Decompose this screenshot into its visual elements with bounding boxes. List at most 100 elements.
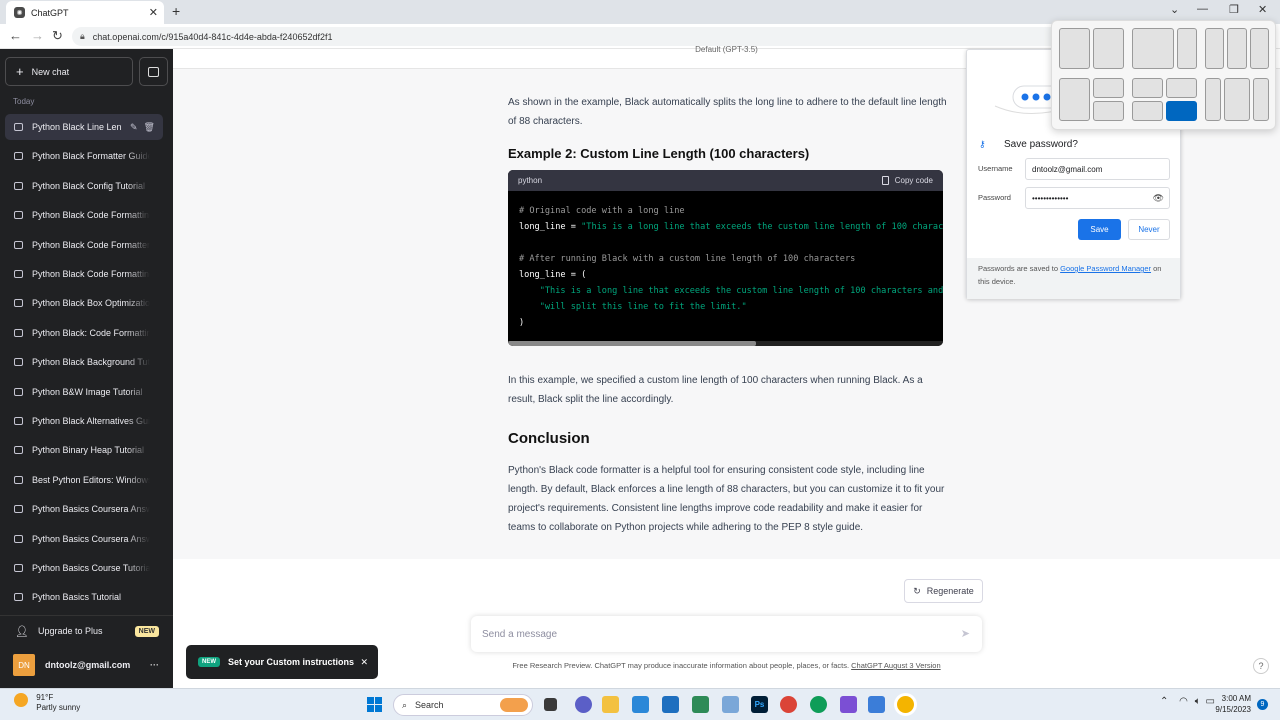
lock-icon: 🔒︎	[80, 31, 85, 41]
snap-cell[interactable]	[1205, 78, 1221, 121]
code-block: python Copy code # Original code with a …	[508, 170, 943, 346]
windows-taskbar: 91°F Partly sunny ⌕ Search Ps ⌃ ◠ 🔈︎ ▭ 3…	[0, 688, 1280, 720]
code-line: # After running Black with a custom line…	[519, 254, 856, 264]
app-icon[interactable]	[868, 696, 885, 713]
message-input[interactable]: Send a message ➤	[471, 616, 982, 652]
app-icon[interactable]	[662, 696, 679, 713]
help-button[interactable]: ?	[1253, 658, 1269, 674]
tab-close-icon[interactable]: ✕	[149, 6, 158, 19]
snap-cell[interactable]	[1132, 78, 1163, 98]
chevron-up-icon[interactable]: ⌃	[1160, 696, 1168, 707]
code-line: long_line = (	[519, 270, 587, 280]
sidebar-chat-item[interactable]: Python Black Alternatives Guide	[5, 408, 163, 434]
forward-arrow-icon[interactable]: →	[31, 28, 44, 43]
password-field[interactable]: ••••••••••••• 👁︎	[1025, 187, 1170, 209]
password-manager-link[interactable]: Google Password Manager	[1060, 264, 1151, 273]
snap-cell[interactable]	[1253, 78, 1269, 121]
snap-cell[interactable]	[1166, 78, 1197, 98]
browser-tab[interactable]: ✺ ChatGPT ✕	[6, 1, 164, 24]
system-tray[interactable]: ⌃ ◠ 🔈︎ ▭	[1160, 696, 1215, 707]
snap-cell-selected[interactable]	[1166, 101, 1197, 121]
chrome-profile-icon[interactable]	[810, 696, 827, 713]
snap-cell[interactable]	[1093, 78, 1124, 98]
scrollbar-thumb[interactable]	[508, 341, 756, 346]
sidebar-chat-item[interactable]: Python Black Line Len ✎ 🗑︎	[5, 114, 163, 140]
weather-widget[interactable]: 91°F Partly sunny	[14, 693, 80, 713]
chat-item-title: Python Black Code Formatter	[32, 239, 150, 250]
snap-cell[interactable]	[1132, 101, 1163, 121]
version-link[interactable]: ChatGPT August 3 Version	[851, 661, 941, 670]
tab-search-icon[interactable]: ⌄	[1170, 3, 1179, 16]
code-line: "will split this line to fit the limit."	[519, 302, 747, 312]
copy-code-button[interactable]: Copy code	[881, 176, 933, 185]
sidebar-chat-item[interactable]: Python Black Formatter Guide	[5, 143, 163, 169]
regenerate-button[interactable]: ↻ Regenerate	[904, 579, 983, 603]
chat-bubble-icon	[14, 181, 23, 190]
app-icon[interactable]	[840, 696, 857, 713]
snap-cell[interactable]	[1093, 101, 1124, 121]
sidebar-chat-item[interactable]: Python Black Box Optimization	[5, 290, 163, 316]
new-tab-button[interactable]: +	[172, 3, 180, 19]
sidebar-chat-item[interactable]: Python Binary Heap Tutorial	[5, 437, 163, 463]
new-chat-button[interactable]: + New chat	[5, 57, 133, 86]
account-menu-button[interactable]: DN dntoolz@gmail.com ···	[5, 651, 165, 679]
sidebar-chat-item[interactable]: Python Black Code Formatter	[5, 232, 163, 258]
user-icon: 👤︎	[15, 625, 29, 638]
chrome-icon[interactable]	[780, 696, 797, 713]
sidebar-chat-item[interactable]: Python Black Background Tutorial	[5, 349, 163, 375]
back-arrow-icon[interactable]: ←	[9, 28, 22, 43]
sidebar-chat-item[interactable]: Best Python Editors: Windows	[5, 467, 163, 493]
notification-badge[interactable]: 9	[1257, 699, 1268, 710]
toggle-sidebar-button[interactable]	[139, 57, 168, 86]
minimize-button[interactable]: —	[1197, 3, 1208, 15]
clock[interactable]: 3:00 AM 9/15/2023	[1213, 693, 1251, 715]
store-icon[interactable]	[632, 696, 649, 713]
sidebar-chat-item[interactable]: Python Black Code Formatting	[5, 202, 163, 228]
snap-cell[interactable]	[1059, 28, 1090, 69]
task-view-icon[interactable]	[544, 698, 557, 711]
chat-item-title: Python Basics Coursera Answers	[32, 504, 150, 515]
photoshop-icon[interactable]: Ps	[751, 696, 768, 713]
maximize-button[interactable]: ❐	[1229, 3, 1239, 16]
sidebar-chat-item[interactable]: Python Black: Code Formatting	[5, 320, 163, 346]
snap-cell[interactable]	[1227, 28, 1247, 69]
edit-icon[interactable]: ✎	[130, 122, 138, 133]
chrome-active-icon[interactable]	[897, 696, 914, 713]
send-icon[interactable]: ➤	[961, 627, 970, 640]
snap-cell[interactable]	[1177, 28, 1197, 69]
username-field[interactable]: dntoolz@gmail.com	[1025, 158, 1170, 180]
snap-cell[interactable]	[1093, 28, 1124, 69]
never-button[interactable]: Never	[1128, 219, 1170, 240]
url-field[interactable]: 🔒︎ chat.openai.com/c/915a40d4-841c-4d4e-…	[72, 27, 1062, 46]
save-password-button[interactable]: Save	[1078, 219, 1121, 240]
snap-cell[interactable]	[1250, 28, 1269, 69]
file-explorer-icon[interactable]	[602, 696, 619, 713]
snap-cell[interactable]	[1059, 78, 1090, 121]
url-text: chat.openai.com/c/915a40d4-841c-4d4e-abd…	[92, 31, 333, 42]
sidebar-chat-item[interactable]: Python Black Config Tutorial	[5, 173, 163, 199]
custom-instructions-toast[interactable]: NEW Set your Custom instructions ✕	[186, 645, 378, 679]
snap-cell[interactable]	[1132, 28, 1174, 69]
toast-close-icon[interactable]: ✕	[360, 657, 368, 668]
sidebar-chat-item[interactable]: Python Basics Course Tutorial	[5, 555, 163, 581]
chat-icon[interactable]	[575, 696, 592, 713]
reload-icon[interactable]: ↻	[52, 28, 63, 44]
chat-item-title: Python Basics Coursera Answers	[32, 533, 150, 544]
upgrade-to-plus-button[interactable]: 👤︎ Upgrade to Plus NEW	[5, 618, 165, 644]
notepad-icon[interactable]	[692, 696, 709, 713]
sidebar-chat-item[interactable]: Python Basics Coursera Answers	[5, 496, 163, 522]
close-window-button[interactable]: ✕	[1258, 3, 1267, 16]
code-horizontal-scrollbar[interactable]	[508, 341, 943, 346]
eye-icon[interactable]: 👁︎	[1153, 193, 1164, 204]
search-icon: ⌕	[402, 699, 408, 710]
windows-start-icon[interactable]	[367, 697, 382, 712]
snap-cell[interactable]	[1224, 78, 1250, 121]
sidebar-chat-item[interactable]: Python B&W Image Tutorial	[5, 379, 163, 405]
photos-icon[interactable]	[722, 696, 739, 713]
snap-cell[interactable]	[1205, 28, 1224, 69]
sidebar-chat-item[interactable]: Python Basics Coursera Answers	[5, 526, 163, 552]
sidebar-chat-item[interactable]: Python Basics Tutorial	[5, 584, 163, 610]
taskbar-search[interactable]: ⌕ Search	[393, 694, 533, 716]
sidebar-chat-item[interactable]: Python Black Code Formatting	[5, 261, 163, 287]
delete-icon[interactable]: 🗑︎	[144, 122, 155, 133]
